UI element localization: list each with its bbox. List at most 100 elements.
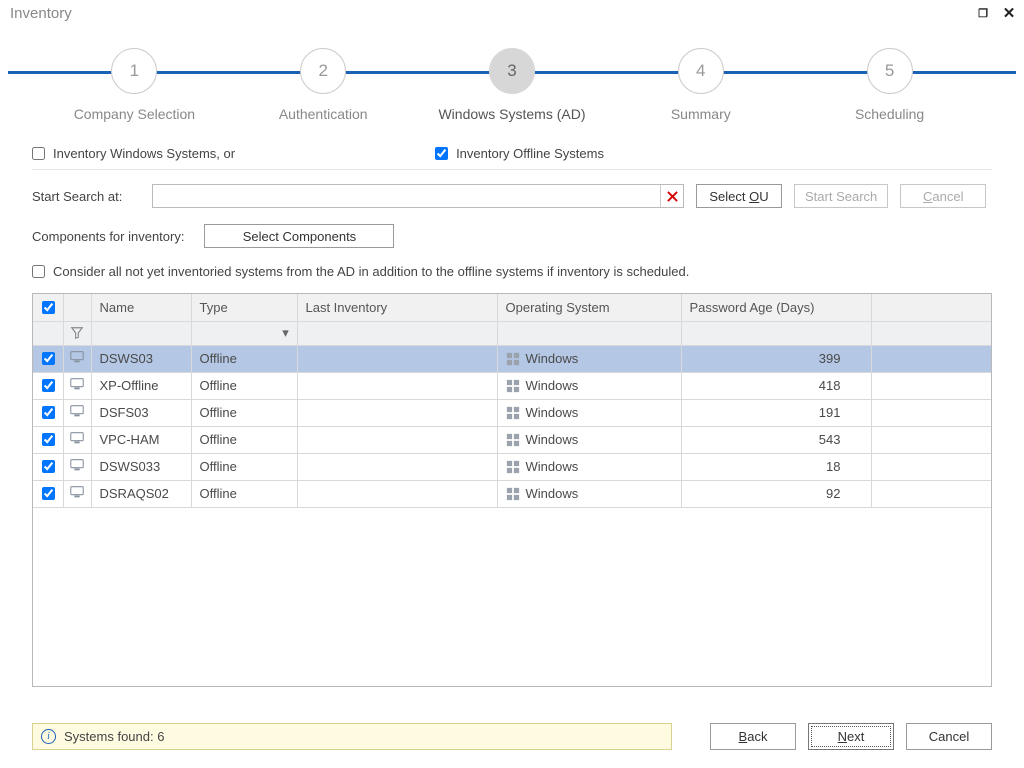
maximize-icon[interactable]: ❐ xyxy=(974,4,992,22)
consider-checkbox[interactable]: Consider all not yet inventoried systems… xyxy=(32,264,992,279)
os-col-header[interactable]: Operating System xyxy=(497,294,681,321)
computer-icon xyxy=(69,485,85,499)
search-input[interactable] xyxy=(153,185,660,207)
filter-icon-cell[interactable] xyxy=(63,321,91,345)
row-os: Windows xyxy=(497,372,681,399)
step-label: Windows Systems (AD) xyxy=(438,106,585,122)
clear-search-button[interactable] xyxy=(660,185,683,207)
wizard-wrap: 1 Company Selection 2 Authentication 3 W… xyxy=(0,26,1024,146)
step-1[interactable]: 1 Company Selection xyxy=(40,36,229,122)
row-checkbox[interactable] xyxy=(42,379,55,392)
row-os: Windows xyxy=(497,453,681,480)
step-4[interactable]: 4 Summary xyxy=(606,36,795,122)
windows-logo-icon xyxy=(506,487,520,501)
step-label: Summary xyxy=(671,106,731,122)
systems-grid: Name Type Last Inventory Operating Syste… xyxy=(32,293,992,687)
inventory-offline-input[interactable] xyxy=(435,147,448,160)
row-lastinv xyxy=(297,453,497,480)
table-row[interactable]: DSFS03Offline Windows191 xyxy=(33,399,991,426)
row-checkbox[interactable] xyxy=(42,487,55,500)
row-age: 92 xyxy=(681,480,871,507)
lastinv-col-header[interactable]: Last Inventory xyxy=(297,294,497,321)
consider-label: Consider all not yet inventoried systems… xyxy=(53,264,689,279)
row-age: 399 xyxy=(681,345,871,372)
row-age: 191 xyxy=(681,399,871,426)
filter-name[interactable] xyxy=(91,321,191,345)
row-lastinv xyxy=(297,345,497,372)
select-all-checkbox[interactable] xyxy=(42,301,55,314)
row-lastinv xyxy=(297,372,497,399)
status-box: i Systems found: 6 xyxy=(32,723,672,750)
step-number: 1 xyxy=(111,48,157,94)
components-row: Components for inventory: Select Compone… xyxy=(32,224,992,248)
grid-filter-row: ▾ xyxy=(33,321,991,345)
row-lastinv xyxy=(297,480,497,507)
windows-logo-icon xyxy=(506,379,520,393)
start-search-button[interactable]: Start Search xyxy=(794,184,888,208)
row-name: DSWS033 xyxy=(91,453,191,480)
filter-type[interactable]: ▾ xyxy=(191,321,297,345)
age-col-header[interactable]: Password Age (Days) xyxy=(681,294,871,321)
wizard-steps: 1 Company Selection 2 Authentication 3 W… xyxy=(0,36,1024,122)
row-type: Offline xyxy=(191,399,297,426)
grid-header-row: Name Type Last Inventory Operating Syste… xyxy=(33,294,991,321)
inventory-windows-systems-checkbox[interactable]: Inventory Windows Systems, or xyxy=(32,146,235,161)
row-checkbox[interactable] xyxy=(42,406,55,419)
row-checkbox[interactable] xyxy=(42,352,55,365)
select-components-button[interactable]: Select Components xyxy=(204,224,394,248)
step-5[interactable]: 5 Scheduling xyxy=(795,36,984,122)
row-os: Windows xyxy=(497,399,681,426)
filter-lastinv[interactable] xyxy=(297,321,497,345)
name-col-header[interactable]: Name xyxy=(91,294,191,321)
computer-icon xyxy=(69,431,85,445)
windows-logo-icon xyxy=(506,460,520,474)
filter-icon xyxy=(70,326,84,340)
table-row[interactable]: VPC-HAMOfflineWindows543 xyxy=(33,426,991,453)
consider-input[interactable] xyxy=(32,265,45,278)
step-number: 3 xyxy=(489,48,535,94)
select-all-header[interactable] xyxy=(33,294,63,321)
row-lastinv xyxy=(297,426,497,453)
row-checkbox[interactable] xyxy=(42,460,55,473)
step-3[interactable]: 3 Windows Systems (AD) xyxy=(418,36,607,122)
windows-logo-icon xyxy=(506,433,520,447)
window-titlebar: Inventory ❐ ✕ xyxy=(0,0,1024,26)
inventory-offline-systems-checkbox[interactable]: Inventory Offline Systems xyxy=(435,146,604,161)
back-button[interactable]: Back xyxy=(710,723,796,750)
table-row[interactable]: DSWS03OfflineWindows399 xyxy=(33,345,991,372)
step-2[interactable]: 2 Authentication xyxy=(229,36,418,122)
filter-os[interactable] xyxy=(497,321,681,345)
row-icon-cell xyxy=(63,453,91,480)
checkbox-label: Inventory Windows Systems, or xyxy=(53,146,235,161)
step-number: 2 xyxy=(300,48,346,94)
computer-icon xyxy=(69,350,85,364)
window-title: Inventory xyxy=(10,5,72,22)
icon-col-header xyxy=(63,294,91,321)
close-icon[interactable]: ✕ xyxy=(1000,4,1018,22)
cancel-button[interactable]: Cancel xyxy=(906,723,992,750)
inventory-windows-input[interactable] xyxy=(32,147,45,160)
step-label: Company Selection xyxy=(74,106,195,122)
spacer-col-header xyxy=(871,294,991,321)
step-label: Authentication xyxy=(279,106,368,122)
table-row[interactable]: DSWS033Offline Windows18 xyxy=(33,453,991,480)
row-type: Offline xyxy=(191,453,297,480)
select-ou-button[interactable]: Select OU xyxy=(696,184,782,208)
row-icon-cell xyxy=(63,480,91,507)
next-button[interactable]: Next xyxy=(808,723,894,750)
row-name: DSFS03 xyxy=(91,399,191,426)
row-name: DSRAQS02 xyxy=(91,480,191,507)
table-row[interactable]: XP-OfflineOfflineWindows418 xyxy=(33,372,991,399)
windows-logo-icon xyxy=(506,352,520,366)
table-row[interactable]: DSRAQS02OfflineWindows92 xyxy=(33,480,991,507)
search-row: Start Search at: Select OU Start Search … xyxy=(32,184,992,208)
row-icon-cell xyxy=(63,426,91,453)
row-name: VPC-HAM xyxy=(91,426,191,453)
row-icon-cell xyxy=(63,345,91,372)
type-col-header[interactable]: Type xyxy=(191,294,297,321)
filter-age[interactable] xyxy=(681,321,871,345)
row-age: 18 xyxy=(681,453,871,480)
cancel-search-button[interactable]: Cancel xyxy=(900,184,986,208)
components-label: Components for inventory: xyxy=(32,229,184,244)
row-checkbox[interactable] xyxy=(42,433,55,446)
